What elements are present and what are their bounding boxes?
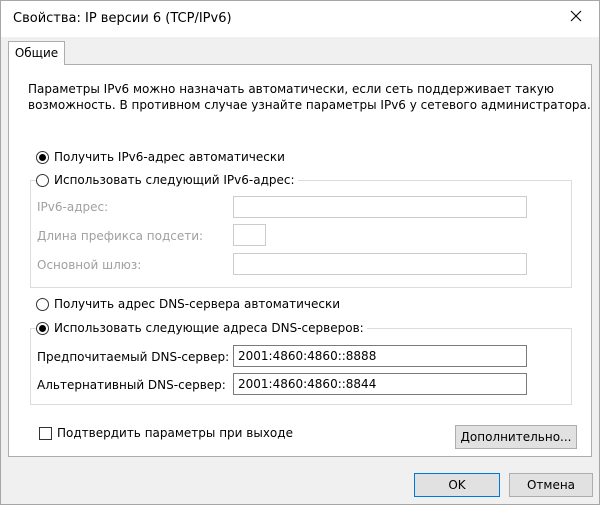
validate-on-exit-label: Подтвердить параметры при выходе (57, 426, 293, 440)
description-line-2: возможность. В противном случае узнайте … (28, 98, 591, 112)
gateway-input[interactable] (233, 253, 527, 275)
preferred-dns-label: Предпочитаемый DNS-сервер: (37, 350, 230, 364)
dns-manual-radio[interactable]: Использовать следующие адреса DNS-сервер… (36, 320, 367, 336)
ip-manual-radio-indicator[interactable] (36, 173, 49, 187)
prefix-length-input[interactable] (233, 224, 266, 246)
advanced-button[interactable]: Дополнительно... (455, 425, 577, 449)
description-line-1: Параметры IPv6 можно назначать автоматич… (28, 82, 554, 96)
alternate-dns-input[interactable]: 2001:4860:4860::8844 (233, 373, 527, 395)
cancel-button[interactable]: Отмена (509, 473, 593, 497)
dns-auto-radio[interactable]: Получить адрес DNS-сервера автоматически (36, 296, 344, 312)
close-button[interactable] (553, 1, 599, 31)
ipv6-address-input[interactable] (233, 196, 527, 218)
description: Параметры IPv6 можно назначать автоматич… (28, 81, 591, 113)
alternate-dns-label: Альтернативный DNS-сервер: (37, 378, 226, 392)
ip-manual-label: Использовать следующий IPv6-адрес: (54, 173, 295, 187)
ip-auto-radio-indicator[interactable] (36, 150, 49, 164)
preferred-dns-input[interactable]: 2001:4860:4860::8888 (233, 345, 527, 367)
dns-manual-label: Использовать следующие адреса DNS-сервер… (54, 321, 364, 335)
prefix-length-label: Длина префикса подсети: (37, 229, 204, 243)
close-icon (570, 10, 582, 22)
ipv6-properties-dialog: Свойства: IP версии 6 (TCP/IPv6) Общие П… (0, 0, 600, 505)
ip-manual-radio[interactable]: Использовать следующий IPv6-адрес: (36, 172, 298, 188)
ok-button[interactable]: OK (414, 473, 500, 497)
ipv6-address-label: IPv6-адрес: (37, 200, 109, 214)
dns-auto-label: Получить адрес DNS-сервера автоматически (54, 297, 341, 311)
tab-general-label: Общие (14, 46, 59, 60)
gateway-label: Основной шлюз: (37, 258, 142, 272)
tab-panel-general: Параметры IPv6 можно назначать автоматич… (8, 64, 592, 457)
validate-on-exit-checkbox[interactable]: Подтвердить параметры при выходе (39, 425, 293, 441)
tab-general[interactable]: Общие (8, 41, 65, 65)
validate-on-exit-checkbox-box[interactable] (39, 426, 52, 440)
ip-auto-label: Получить IPv6-адрес автоматически (54, 150, 285, 164)
ip-auto-radio[interactable]: Получить IPv6-адрес автоматически (36, 149, 288, 165)
dns-manual-radio-indicator[interactable] (36, 321, 49, 335)
dns-auto-radio-indicator[interactable] (36, 297, 49, 311)
window-title: Свойства: IP версии 6 (TCP/IPv6) (13, 11, 232, 26)
title-bar: Свойства: IP версии 6 (TCP/IPv6) (1, 1, 599, 37)
